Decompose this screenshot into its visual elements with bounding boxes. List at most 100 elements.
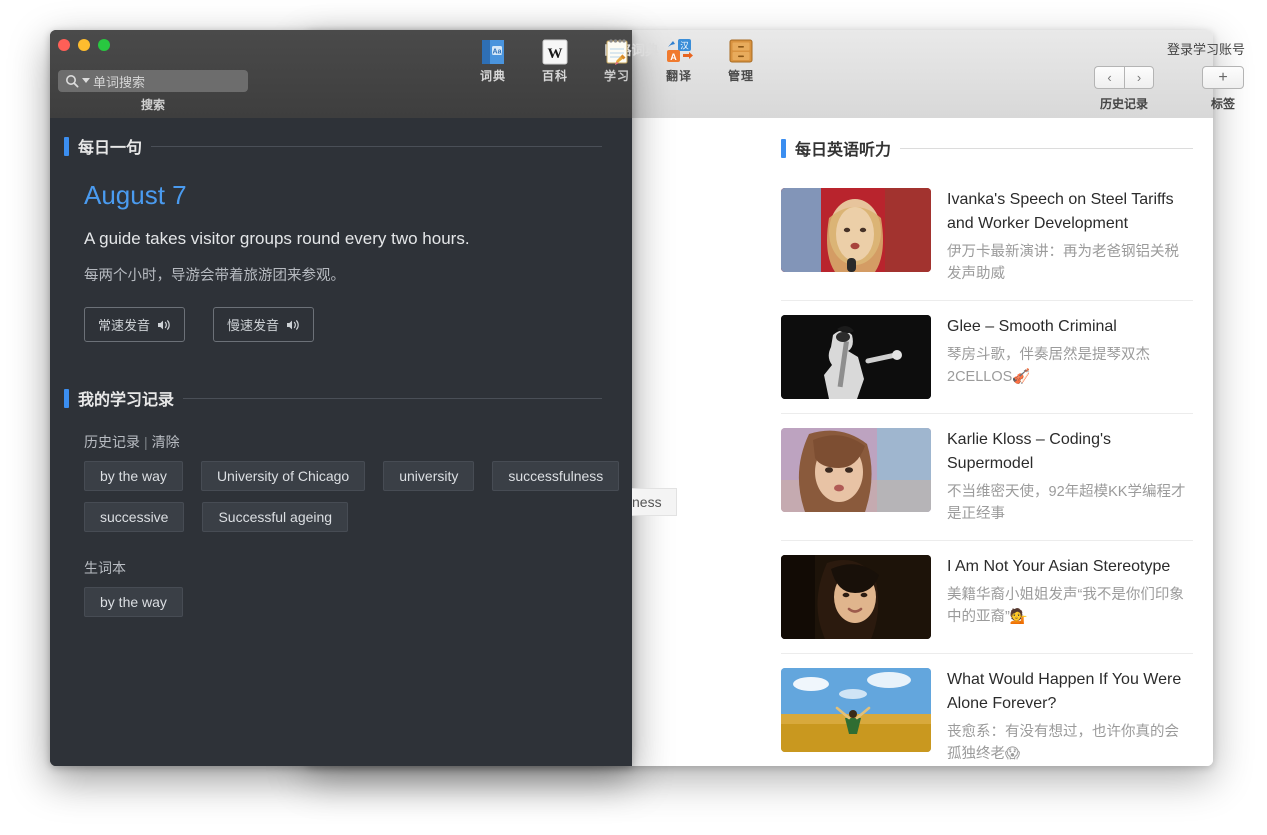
alone-forever-thumbnail[interactable] (781, 668, 931, 752)
list-item-text: Glee – Smooth Criminal 琴房斗歌，伴奏居然是提琴双杰2CE… (947, 315, 1193, 399)
search-toolbar-label: 搜索 (58, 96, 248, 113)
list-item[interactable]: What Would Happen If You Were Alone Fore… (781, 654, 1193, 766)
thumbnail-art (781, 188, 931, 272)
list-item-subtitle: 丧愈系：有没有想过，也许你真的会孤独终老😱 (947, 721, 1193, 766)
history-separator: | (144, 434, 148, 450)
main-toolbar: Aa 词典 W 百科 学习 (470, 36, 764, 84)
list-item-title[interactable]: Ivanka's Speech on Steel Tariffs and Wor… (947, 188, 1193, 236)
window-content: 每日一句 August 7 A guide takes visitor grou… (50, 118, 632, 766)
translate-icon: 汉 A (664, 36, 694, 66)
list-item-text: What Would Happen If You Were Alone Fore… (947, 668, 1193, 766)
add-tab-label: 标签 (1202, 95, 1244, 112)
chevron-down-icon[interactable] (82, 78, 90, 84)
list-item-title[interactable]: I Am Not Your Asian Stereotype (947, 555, 1193, 579)
svg-text:Aa: Aa (493, 49, 502, 56)
list-item-subtitle: 美籍华裔小姐姐发声“我不是你们印象中的亚裔”💁 (947, 584, 1193, 629)
section-divider (900, 148, 1193, 149)
search-icon (65, 74, 79, 88)
toolbar-item-encyclopedia[interactable]: W 百科 (532, 36, 578, 84)
section-accent-bar (64, 137, 69, 156)
history-nav-label: 历史记录 (1094, 95, 1154, 112)
wordbook-label: 生词本 (84, 558, 632, 578)
traffic-lights[interactable] (58, 39, 110, 51)
minimize-button-icon[interactable] (78, 39, 90, 51)
pronunciation-buttons: 常速发音 慢速发音 (84, 307, 632, 342)
daily-sentence-english: A guide takes visitor groups round every… (84, 229, 632, 249)
list-item-title[interactable]: Glee – Smooth Criminal (947, 315, 1193, 339)
history-nav-group: ‹ › (1094, 66, 1154, 89)
speaker-icon (157, 319, 171, 331)
list-item-title[interactable]: Karlie Kloss – Coding's Supermodel (947, 428, 1193, 476)
toolbar-label-manage: 管理 (718, 67, 764, 84)
history-label: 历史记录 (84, 434, 140, 450)
toolbar-item-study[interactable]: 学习 (594, 36, 640, 84)
glee-smooth-criminal-thumbnail[interactable] (781, 315, 931, 399)
history-tag[interactable]: University of Chicago (201, 461, 365, 491)
slow-speed-speak-button[interactable]: 慢速发音 (213, 307, 314, 342)
list-item[interactable]: Ivanka's Speech on Steel Tariffs and Wor… (781, 174, 1193, 301)
daily-sentence-chinese: 每两个小时，导游会带着旅游团来参观。 (84, 264, 632, 285)
list-item-title[interactable]: What Would Happen If You Were Alone Fore… (947, 668, 1193, 716)
list-item-text: I Am Not Your Asian Stereotype 美籍华裔小姐姐发声… (947, 555, 1193, 639)
list-item-subtitle: 伊万卡最新演讲：再为老爸钢铝关税发声助威 (947, 241, 1193, 286)
clear-history-link[interactable]: 清除 (152, 434, 180, 450)
history-tag[interactable]: by the way (84, 461, 183, 491)
forward-button[interactable]: › (1124, 66, 1154, 89)
toolbar-item-dictionary[interactable]: Aa 词典 (470, 36, 516, 84)
section-accent-bar (64, 389, 69, 408)
list-item-subtitle: 琴房斗歌，伴奏居然是提琴双杰2CELLOS🎻 (947, 344, 1193, 389)
toolbar-item-translate[interactable]: 汉 A 翻译 (656, 36, 702, 84)
study-record-header: 我的学习记录 (64, 386, 632, 410)
drawer-cabinet-icon (726, 36, 756, 66)
search-input[interactable]: 单词搜索 (58, 70, 248, 92)
daily-listening-panel: 每日英语听力 (761, 118, 1213, 766)
login-account-link[interactable]: 登录学习账号 (1167, 39, 1245, 58)
list-item-subtitle: 不当维密天使，92年超模KK学编程才是正经事 (947, 481, 1193, 526)
thumbnail-art (781, 555, 931, 639)
history-tag[interactable]: Successful ageing (202, 502, 348, 532)
eudic-dictionary-window[interactable]: 单词搜索 搜索 每日一句 August 7 A guide takes visi… (50, 30, 632, 766)
daily-listening-header: 每日英语听力 (781, 136, 1193, 160)
close-button-icon[interactable] (58, 39, 70, 51)
slow-speed-label: 慢速发音 (227, 315, 279, 334)
zoom-button-icon[interactable] (98, 39, 110, 51)
search-placeholder: 单词搜索 (93, 72, 145, 91)
list-item[interactable]: Glee – Smooth Criminal 琴房斗歌，伴奏居然是提琴双杰2CE… (781, 301, 1193, 414)
section-divider (183, 398, 602, 399)
wikipedia-icon: W (540, 36, 570, 66)
toolbar-item-manage[interactable]: 管理 (718, 36, 764, 84)
toolbar-label-encyclopedia: 百科 (532, 67, 578, 84)
list-item[interactable]: Karlie Kloss – Coding's Supermodel 不当维密天… (781, 414, 1193, 541)
history-tag-overflow-fragment[interactable]: ness (632, 488, 677, 516)
list-item-text: Karlie Kloss – Coding's Supermodel 不当维密天… (947, 428, 1193, 526)
wordbook-tag[interactable]: by the way (84, 587, 183, 617)
daily-sentence-date: August 7 (84, 180, 632, 211)
toolbar-label-dictionary: 词典 (470, 67, 516, 84)
section-accent-bar (781, 139, 786, 158)
asian-stereotype-thumbnail[interactable] (781, 555, 931, 639)
speaker-icon (286, 319, 300, 331)
thumbnail-art (781, 428, 931, 512)
daily-listening-title: 每日英语听力 (795, 136, 891, 160)
normal-speed-speak-button[interactable]: 常速发音 (84, 307, 185, 342)
dictionary-book-icon: Aa (478, 36, 508, 66)
history-label-row: 历史记录|清除 (84, 432, 632, 452)
ivanka-speech-thumbnail[interactable] (781, 188, 931, 272)
svg-text:汉: 汉 (680, 41, 689, 51)
normal-speed-label: 常速发音 (98, 315, 150, 334)
list-item-text: Ivanka's Speech on Steel Tariffs and Wor… (947, 188, 1193, 286)
karlie-kloss-thumbnail[interactable] (781, 428, 931, 512)
thumbnail-art (781, 668, 931, 752)
history-tag[interactable]: successive (84, 502, 184, 532)
history-tag[interactable]: university (383, 461, 474, 491)
section-divider (151, 146, 602, 147)
svg-text:A: A (670, 52, 677, 62)
study-record-title: 我的学习记录 (78, 386, 174, 410)
back-button[interactable]: ‹ (1094, 66, 1124, 89)
history-tag[interactable]: successfulness (492, 461, 619, 491)
list-item[interactable]: I Am Not Your Asian Stereotype 美籍华裔小姐姐发声… (781, 541, 1193, 654)
thumbnail-art (781, 315, 931, 399)
add-tab-button[interactable]: + (1202, 66, 1244, 89)
daily-sentence-title: 每日一句 (78, 134, 142, 158)
daily-sentence-header: 每日一句 (64, 134, 632, 158)
